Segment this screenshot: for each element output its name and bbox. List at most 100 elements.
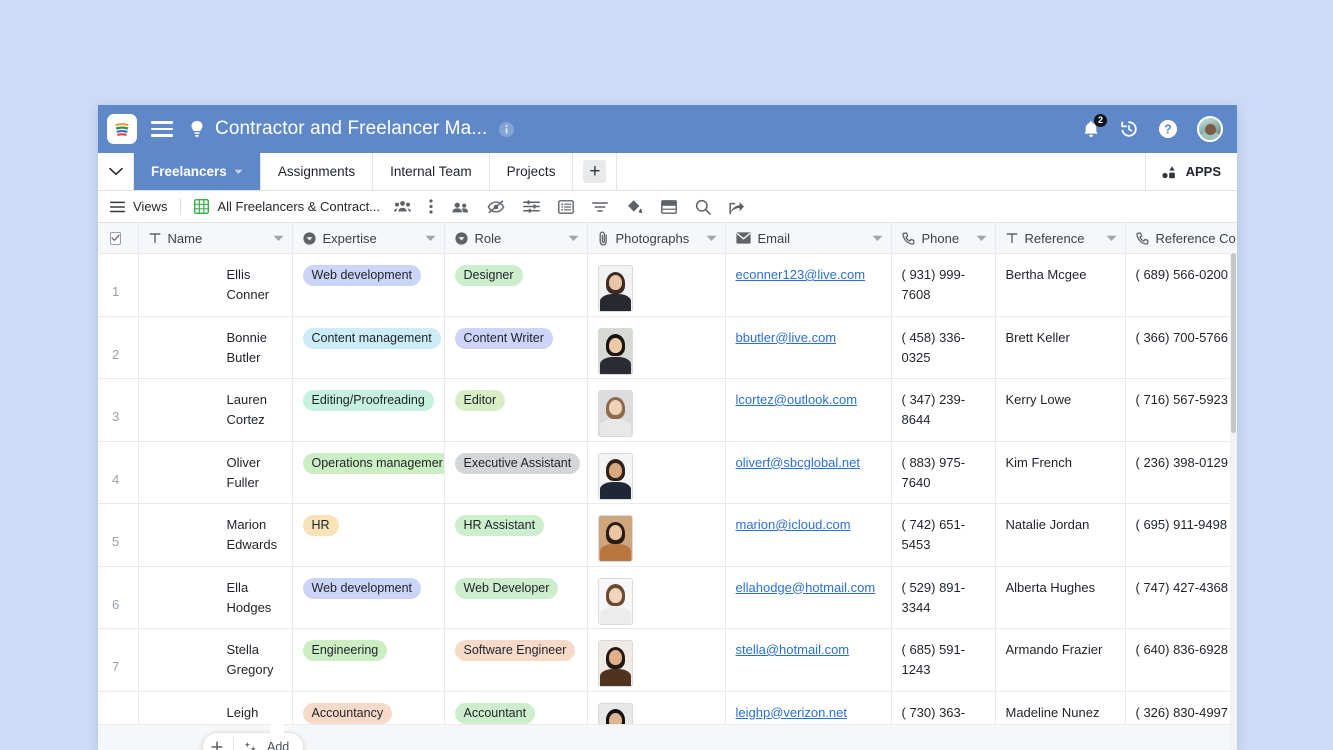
cell-name[interactable]: Lauren Cortez bbox=[138, 378, 293, 442]
cell-email[interactable]: oliverf@sbcglobal.net bbox=[725, 441, 892, 504]
email-link[interactable]: oliverf@sbcglobal.net bbox=[736, 455, 860, 470]
cell-expertise[interactable]: Editing/Proofreading bbox=[292, 378, 445, 442]
column-header-email[interactable]: Email bbox=[725, 223, 892, 254]
column-header-expertise[interactable]: Expertise bbox=[292, 223, 445, 254]
photo-thumbnail[interactable] bbox=[597, 452, 633, 500]
cell-reference[interactable]: Kerry Lowe bbox=[995, 378, 1126, 442]
table-row[interactable]: 2 Bonnie Butler Content management Content … bbox=[98, 316, 1237, 379]
cell-phone[interactable]: ( 347) 239- 8644 bbox=[891, 378, 996, 442]
cell-name[interactable]: Stella Gregory bbox=[138, 628, 293, 692]
cell-role[interactable]: HR Assistant bbox=[444, 503, 588, 567]
chevron-down-icon[interactable] bbox=[568, 235, 579, 242]
column-header-photographs[interactable]: Photographs bbox=[587, 223, 726, 254]
info-icon[interactable] bbox=[498, 121, 515, 138]
current-view-button[interactable]: All Freelancers & Contract... bbox=[194, 199, 380, 214]
row-number-cell[interactable]: 6 bbox=[98, 566, 139, 629]
column-header-name[interactable]: Name bbox=[138, 223, 293, 254]
chevron-down-icon[interactable] bbox=[976, 235, 987, 242]
email-link[interactable]: stella@hotmail.com bbox=[736, 642, 850, 657]
vertical-scrollbar[interactable] bbox=[1230, 253, 1237, 750]
collaborators-icon[interactable] bbox=[394, 200, 412, 213]
email-link[interactable]: lcortez@outlook.com bbox=[736, 392, 858, 407]
notification-bell-icon[interactable]: 2 bbox=[1082, 113, 1107, 139]
cell-expertise[interactable]: Operations managemer bbox=[292, 441, 445, 504]
views-button[interactable]: Views bbox=[110, 199, 167, 214]
more-vertical-icon[interactable] bbox=[429, 199, 433, 214]
cell-email[interactable]: stella@hotmail.com bbox=[725, 628, 892, 692]
cell-reference-contact[interactable]: ( 747) 427-4368 bbox=[1125, 566, 1237, 629]
table-row[interactable]: 7 Stella Gregory Engineering Software Engin… bbox=[98, 628, 1237, 692]
cell-email[interactable]: lcortez@outlook.com bbox=[725, 378, 892, 442]
cell-email[interactable]: ellahodge@hotmail.com bbox=[725, 566, 892, 629]
chevron-down-icon[interactable] bbox=[872, 235, 883, 242]
help-icon[interactable]: ? bbox=[1158, 119, 1178, 139]
chevron-down-icon[interactable] bbox=[98, 153, 134, 190]
chevron-down-icon[interactable] bbox=[273, 235, 284, 242]
photo-thumbnail[interactable] bbox=[597, 577, 633, 625]
select-all-header[interactable] bbox=[98, 223, 151, 254]
chevron-down-icon[interactable] bbox=[1106, 235, 1117, 242]
cell-expertise[interactable]: Web development bbox=[292, 566, 445, 629]
filter-settings-icon[interactable] bbox=[523, 199, 540, 214]
export-icon[interactable] bbox=[729, 199, 745, 215]
cell-reference[interactable]: Kim French bbox=[995, 441, 1126, 504]
cell-role[interactable]: Software Engineer bbox=[444, 628, 588, 692]
cell-photograph[interactable] bbox=[587, 628, 726, 692]
row-number-cell[interactable]: 7 bbox=[98, 628, 139, 692]
cell-phone[interactable]: ( 458) 336- 0325 bbox=[891, 316, 996, 379]
cell-name[interactable]: Marion Edwards bbox=[138, 503, 293, 567]
lightbulb-icon[interactable] bbox=[189, 120, 205, 138]
tab-projects[interactable]: Projects bbox=[490, 153, 574, 190]
table-row[interactable]: 5 Marion Edwards HR HR Assistant marion@iclo… bbox=[98, 503, 1237, 567]
history-icon[interactable] bbox=[1119, 119, 1139, 139]
color-fill-icon[interactable] bbox=[626, 199, 643, 215]
cell-reference-contact[interactable]: ( 689) 566-0200 bbox=[1125, 253, 1237, 317]
cell-photograph[interactable] bbox=[587, 253, 726, 317]
data-grid[interactable]: Name Expertise Role Photographs Email Ph… bbox=[98, 223, 1237, 750]
cell-photograph[interactable] bbox=[587, 503, 726, 567]
hamburger-menu-icon[interactable] bbox=[151, 121, 173, 137]
cell-role[interactable]: Designer bbox=[444, 253, 588, 317]
column-header-role[interactable]: Role bbox=[444, 223, 588, 254]
cell-role[interactable]: Content Writer bbox=[444, 316, 588, 379]
cell-photograph[interactable] bbox=[587, 566, 726, 629]
cell-name[interactable]: Oliver Fuller bbox=[138, 441, 293, 504]
chevron-down-icon[interactable] bbox=[425, 235, 436, 242]
row-number-cell[interactable]: 3 bbox=[98, 378, 139, 442]
cell-reference[interactable]: Bertha Mcgee bbox=[995, 253, 1126, 317]
cell-reference-contact[interactable]: ( 716) 567-5923 bbox=[1125, 378, 1237, 442]
column-header-reference[interactable]: Reference bbox=[995, 223, 1126, 254]
photo-thumbnail[interactable] bbox=[597, 327, 633, 375]
cell-phone[interactable]: ( 529) 891- 3344 bbox=[891, 566, 996, 629]
row-number-cell[interactable]: 2 bbox=[98, 316, 139, 379]
cell-expertise[interactable]: Engineering bbox=[292, 628, 445, 692]
cell-reference[interactable]: Natalie Jordan bbox=[995, 503, 1126, 567]
cell-name[interactable]: Ellis Conner bbox=[138, 253, 293, 317]
table-row[interactable]: 3 Lauren Cortez Editing/Proofreading Editor… bbox=[98, 378, 1237, 442]
sort-icon[interactable] bbox=[592, 201, 608, 213]
photo-thumbnail[interactable] bbox=[597, 390, 633, 437]
cell-expertise[interactable]: Web development bbox=[292, 253, 445, 317]
apps-button[interactable]: APPS bbox=[1146, 153, 1237, 190]
cell-expertise[interactable]: Content management bbox=[292, 316, 445, 379]
scrollbar-thumb[interactable] bbox=[1231, 253, 1236, 433]
table-row[interactable]: 6 Ella Hodges Web development Web Developer… bbox=[98, 566, 1237, 629]
email-link[interactable]: ellahodge@hotmail.com bbox=[736, 580, 876, 595]
cell-expertise[interactable]: HR bbox=[292, 503, 445, 567]
cell-email[interactable]: bbutler@live.com bbox=[725, 316, 892, 379]
row-number-cell[interactable]: 1 bbox=[98, 253, 139, 317]
photo-thumbnail[interactable] bbox=[597, 640, 633, 687]
cell-phone[interactable]: ( 685) 591- 1243 bbox=[891, 628, 996, 692]
cell-phone[interactable]: ( 883) 975- 7640 bbox=[891, 441, 996, 504]
cell-name[interactable]: Ella Hodges bbox=[138, 566, 293, 629]
tab-assignments[interactable]: Assignments bbox=[261, 153, 374, 190]
cell-role[interactable]: Editor bbox=[444, 378, 588, 442]
cell-reference-contact[interactable]: ( 695) 911-9498 bbox=[1125, 503, 1237, 567]
cell-reference[interactable]: Alberta Hughes bbox=[995, 566, 1126, 629]
cell-role[interactable]: Web Developer bbox=[444, 566, 588, 629]
cell-photograph[interactable] bbox=[587, 441, 726, 504]
tab-internal-team[interactable]: Internal Team bbox=[373, 153, 490, 190]
add-row-button[interactable]: Add bbox=[202, 732, 305, 750]
group-icon[interactable] bbox=[558, 199, 574, 214]
photo-thumbnail[interactable] bbox=[597, 515, 633, 562]
